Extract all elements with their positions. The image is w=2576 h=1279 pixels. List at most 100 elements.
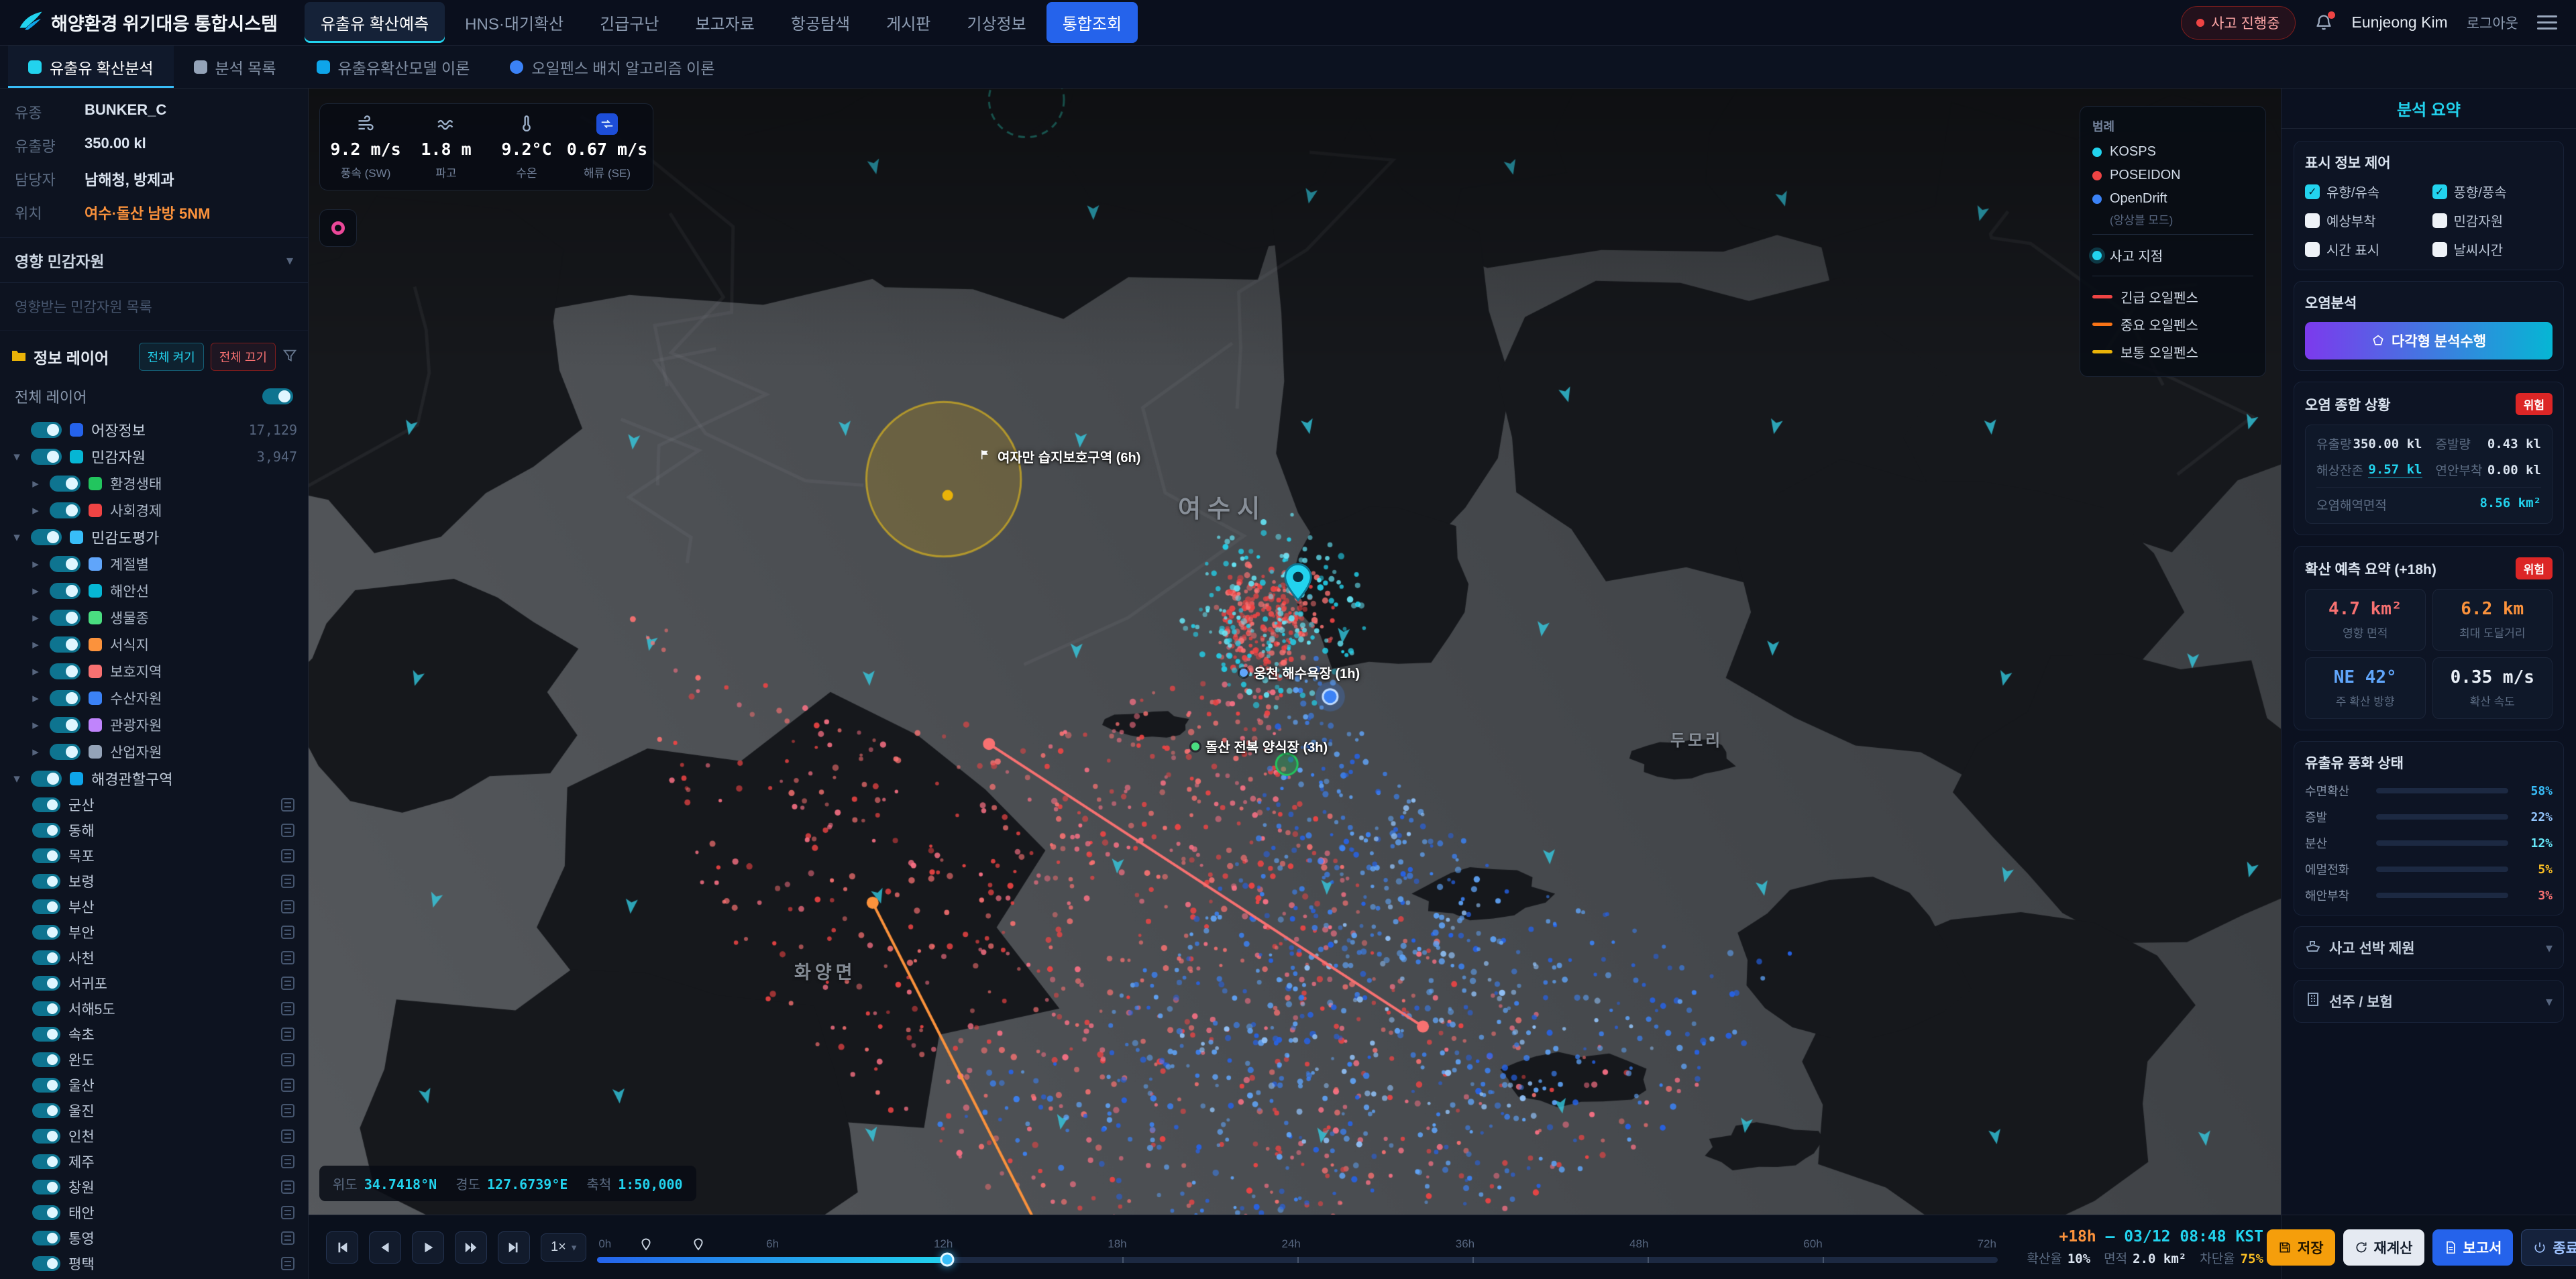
station-row[interactable]: 창원 xyxy=(0,1174,308,1200)
station-row[interactable]: 울진 xyxy=(0,1098,308,1123)
station-toggle[interactable] xyxy=(32,1180,60,1194)
tab-item[interactable]: 유출유 확산분석 xyxy=(8,46,174,88)
layer-row[interactable]: 해안선 xyxy=(0,577,308,604)
station-detail-icon[interactable] xyxy=(281,798,294,812)
layer-row[interactable]: 사회경제 xyxy=(0,497,308,524)
menu-item[interactable]: 보고자료 xyxy=(679,2,770,43)
station-detail-icon[interactable] xyxy=(281,1257,294,1270)
station-detail-icon[interactable] xyxy=(281,977,294,990)
station-toggle[interactable] xyxy=(32,1027,60,1042)
play-button[interactable] xyxy=(412,1231,444,1264)
station-detail-icon[interactable] xyxy=(281,1104,294,1117)
layer-toggle[interactable] xyxy=(50,583,80,599)
playback-speed-select[interactable]: 1× xyxy=(541,1233,586,1262)
notification-bell-icon[interactable] xyxy=(2314,13,2333,32)
layer-row[interactable]: 해경관할구역 xyxy=(0,765,308,792)
station-detail-icon[interactable] xyxy=(281,824,294,837)
station-row[interactable]: 속초 xyxy=(0,1021,308,1047)
expand-chevron-icon[interactable] xyxy=(30,744,42,760)
map-canvas[interactable] xyxy=(309,89,2281,1215)
report-button[interactable]: 보고서 xyxy=(2432,1229,2514,1266)
master-layer-toggle[interactable] xyxy=(262,388,293,404)
incident-status-badge[interactable]: 사고 진행중 xyxy=(2181,6,2295,40)
hamburger-menu-icon[interactable] xyxy=(2537,11,2557,34)
station-row[interactable]: 울산 xyxy=(0,1072,308,1098)
station-toggle[interactable] xyxy=(32,823,60,838)
layer-toggle[interactable] xyxy=(50,690,80,706)
station-toggle[interactable] xyxy=(32,1078,60,1093)
timeline-marker[interactable] xyxy=(693,1238,703,1254)
station-row[interactable]: 사천 xyxy=(0,945,308,970)
station-toggle[interactable] xyxy=(32,1129,60,1144)
expand-chevron-icon[interactable] xyxy=(30,610,42,626)
station-toggle[interactable] xyxy=(32,925,60,940)
impact-resources-header[interactable]: 영향 민감자원 ▾ xyxy=(0,237,308,283)
layer-row[interactable]: 어장정보 17,129 xyxy=(0,416,308,443)
station-detail-icon[interactable] xyxy=(281,1206,294,1219)
layer-row[interactable]: 관광자원 xyxy=(0,712,308,738)
station-detail-icon[interactable] xyxy=(281,1129,294,1143)
timeline-handle[interactable] xyxy=(941,1253,955,1267)
menu-item[interactable]: 기상정보 xyxy=(951,2,1042,43)
station-toggle[interactable] xyxy=(32,1256,60,1271)
station-toggle[interactable] xyxy=(32,1205,60,1220)
menu-item[interactable]: 유출유 확산예측 xyxy=(305,2,445,43)
step-back-button[interactable] xyxy=(369,1231,401,1264)
menu-item[interactable]: HNS·대기확산 xyxy=(449,2,580,43)
station-row[interactable]: 포항 xyxy=(0,1276,308,1279)
left-sidebar[interactable]: 유종 BUNKER_C 유출량 350.00 kl 담당자 남해청, 방제과 xyxy=(0,89,309,1279)
layer-row[interactable]: 민감도평가 xyxy=(0,524,308,551)
station-toggle[interactable] xyxy=(32,976,60,991)
layer-row[interactable]: 민감자원 3,947 xyxy=(0,443,308,470)
expand-chevron-icon[interactable] xyxy=(11,771,23,787)
layers-all-on-button[interactable]: 전체 켜기 xyxy=(139,343,204,371)
layer-row[interactable]: 생물종 xyxy=(0,604,308,631)
layer-toggle[interactable] xyxy=(50,717,80,733)
station-row[interactable]: 부산 xyxy=(0,894,308,920)
farm-label[interactable]: 돌산 전복 양식장 (3h) xyxy=(1191,736,1328,756)
station-row[interactable]: 군산 xyxy=(0,792,308,818)
layer-row[interactable]: 서식지 xyxy=(0,631,308,658)
menu-item[interactable]: 항공탐색 xyxy=(775,2,866,43)
map-measure-tool-button[interactable] xyxy=(319,209,357,247)
expand-chevron-icon[interactable] xyxy=(30,691,42,706)
display-option-checkbox[interactable]: ✓ 날씨시간 xyxy=(2432,239,2553,259)
station-toggle[interactable] xyxy=(32,797,60,812)
incident-location-pin[interactable] xyxy=(1283,562,1313,602)
station-toggle[interactable] xyxy=(32,874,60,889)
end-session-button[interactable]: 종료 xyxy=(2521,1229,2576,1266)
menu-item[interactable]: 게시판 xyxy=(870,2,947,43)
polygon-analysis-button[interactable]: 다각형 분석수행 xyxy=(2305,322,2553,359)
station-detail-icon[interactable] xyxy=(281,1078,294,1092)
station-toggle[interactable] xyxy=(32,1154,60,1169)
layer-row[interactable]: 수산자원 xyxy=(0,685,308,712)
display-option-checkbox[interactable]: ✓ 풍향/풍속 xyxy=(2432,182,2553,201)
expand-chevron-icon[interactable] xyxy=(30,476,42,492)
summary-panel-title[interactable]: 분석 요약 xyxy=(2282,89,2576,129)
tab-item[interactable]: 유출유확산모델 이론 xyxy=(297,46,490,88)
tab-item[interactable]: 분석 목록 xyxy=(174,46,297,88)
station-detail-icon[interactable] xyxy=(281,1027,294,1041)
station-toggle[interactable] xyxy=(32,950,60,965)
station-detail-icon[interactable] xyxy=(281,951,294,964)
station-toggle[interactable] xyxy=(32,1052,60,1067)
station-detail-icon[interactable] xyxy=(281,926,294,939)
station-detail-icon[interactable] xyxy=(281,875,294,888)
skip-end-button[interactable] xyxy=(498,1231,530,1264)
timeline-marker[interactable] xyxy=(641,1238,651,1254)
station-toggle[interactable] xyxy=(32,848,60,863)
display-option-checkbox[interactable]: ✓ 유향/유속 xyxy=(2305,182,2426,201)
layer-toggle[interactable] xyxy=(31,422,62,438)
filter-funnel-icon[interactable] xyxy=(282,348,297,366)
fast-forward-button[interactable] xyxy=(455,1231,487,1264)
display-option-checkbox[interactable]: ✓ 시간 표시 xyxy=(2305,239,2426,259)
protected-zone-label[interactable]: 여자만 습지보호구역 (6h) xyxy=(979,447,1140,466)
station-toggle[interactable] xyxy=(32,1231,60,1245)
layer-toggle[interactable] xyxy=(50,502,80,518)
station-row[interactable]: 목포 xyxy=(0,843,308,869)
tab-item[interactable]: 오일펜스 배치 알고리즘 이론 xyxy=(490,46,735,88)
layer-row[interactable]: 계절별 xyxy=(0,551,308,577)
layer-toggle[interactable] xyxy=(50,744,80,760)
station-detail-icon[interactable] xyxy=(281,1002,294,1015)
station-toggle[interactable] xyxy=(32,1001,60,1016)
